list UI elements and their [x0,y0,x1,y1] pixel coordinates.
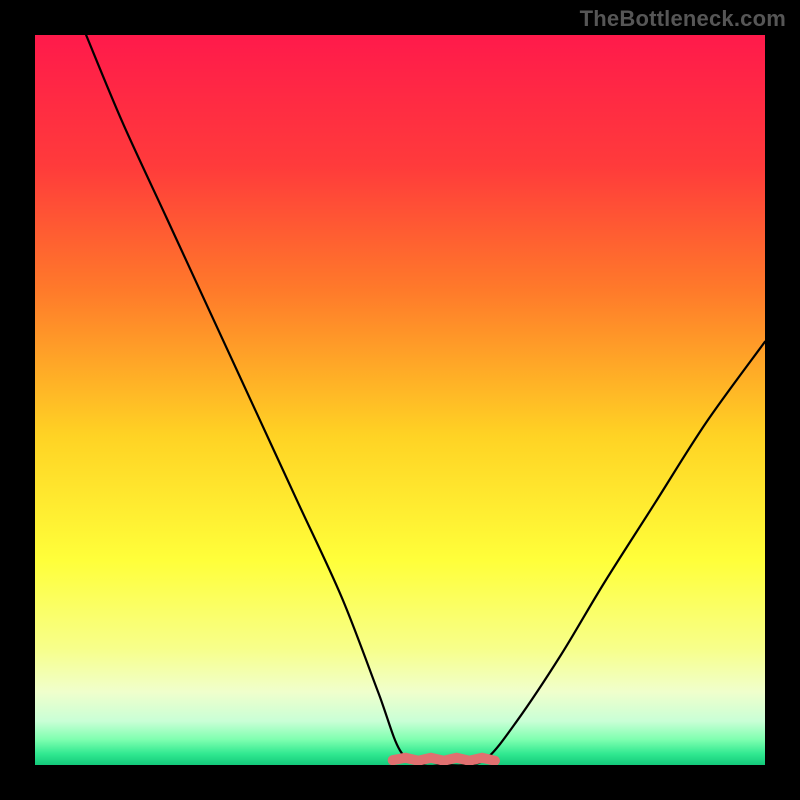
plot-area [35,35,765,765]
gradient-background [35,35,765,765]
watermark-text: TheBottleneck.com [580,6,786,32]
optimal-range-highlight [393,758,495,761]
bottleneck-svg [35,35,765,765]
chart-frame: TheBottleneck.com [0,0,800,800]
